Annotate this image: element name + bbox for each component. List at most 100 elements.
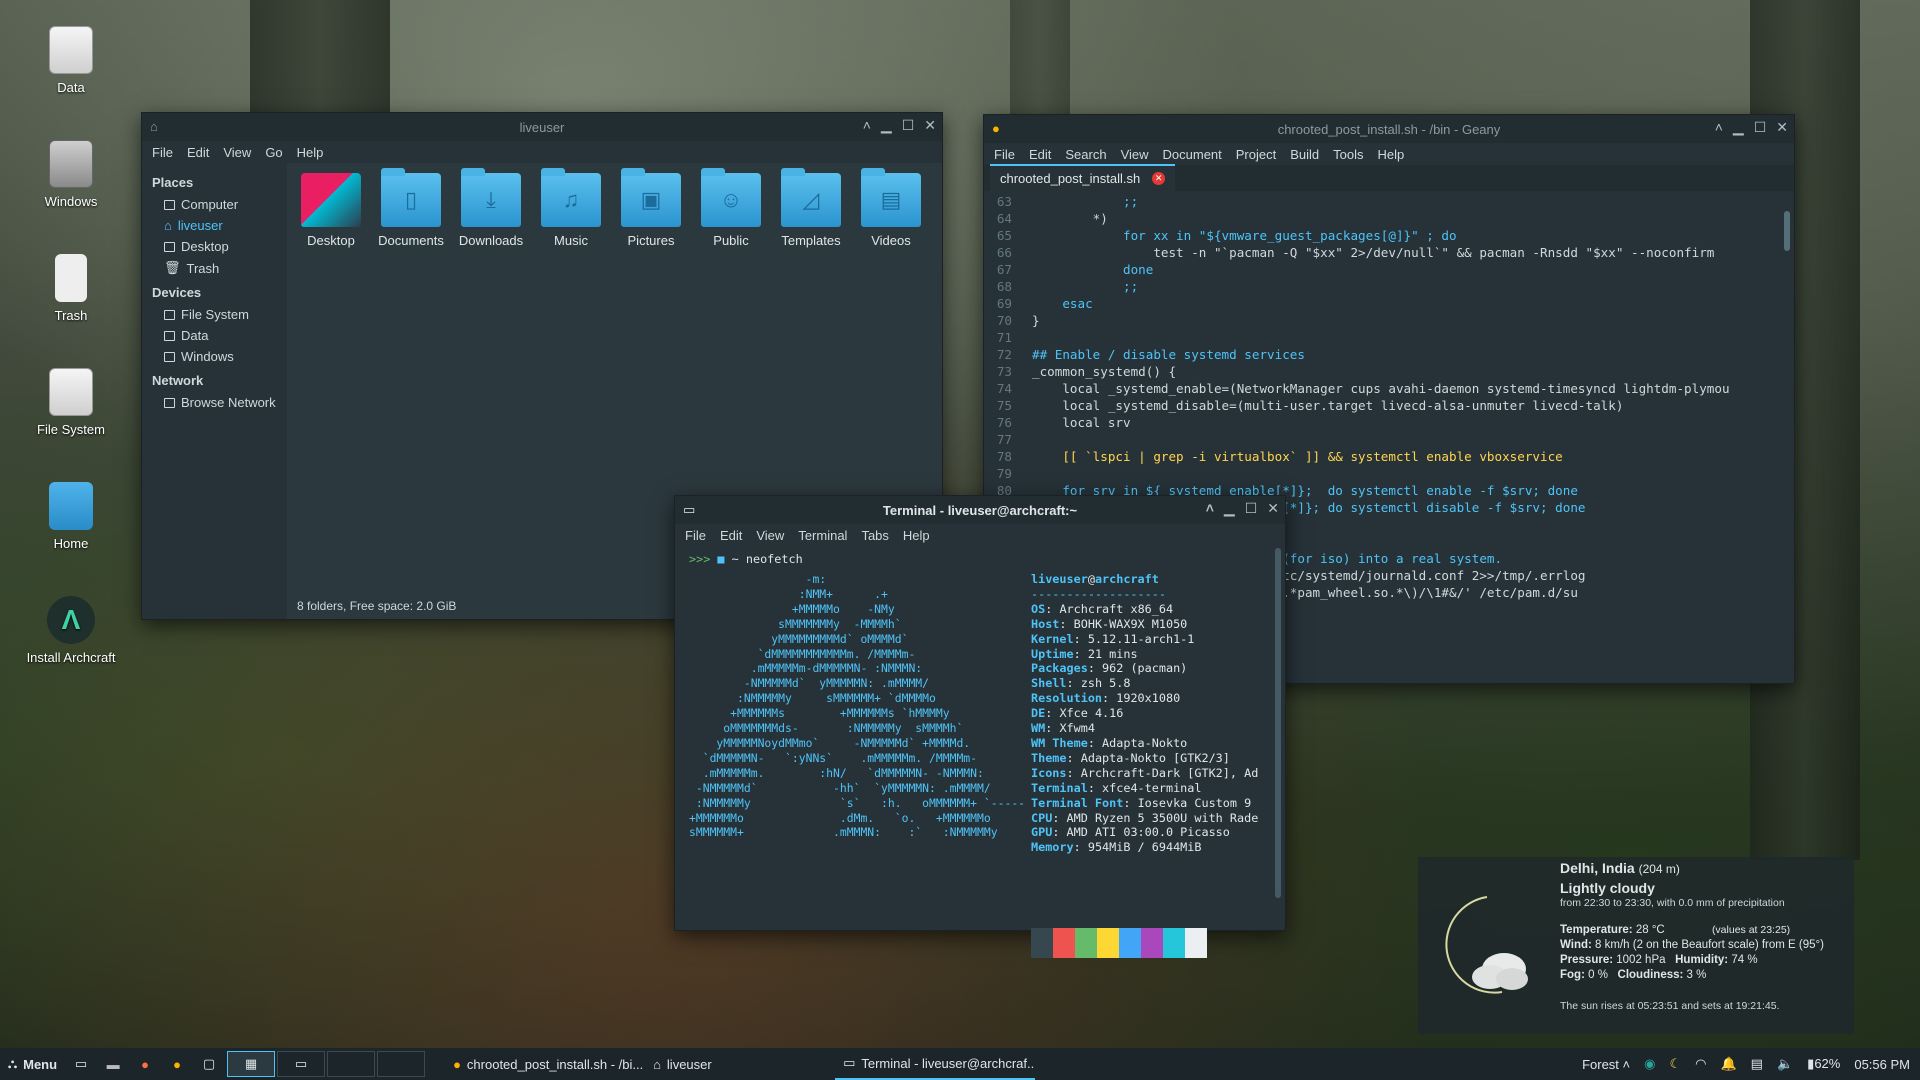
maximize-button[interactable]: ☐ bbox=[1754, 119, 1767, 136]
code-text: [[ `lspci | grep -i virtualbox` ]] && sy… bbox=[1032, 449, 1563, 464]
menu-go[interactable]: Go bbox=[265, 145, 282, 160]
shade-button[interactable]: ˄ bbox=[1206, 500, 1214, 517]
workspace-4[interactable] bbox=[377, 1051, 426, 1077]
menu-search[interactable]: Search bbox=[1065, 147, 1106, 162]
night-mode-icon[interactable]: ☾ bbox=[1669, 1056, 1681, 1072]
menu-view[interactable]: View bbox=[756, 528, 784, 543]
minimize-button[interactable]: ▁ bbox=[1224, 500, 1235, 517]
scrollbar[interactable] bbox=[1275, 548, 1281, 898]
menu-button[interactable]: ⛬ Menu bbox=[0, 1048, 65, 1080]
menu-help[interactable]: Help bbox=[297, 145, 324, 160]
task-file-manager[interactable]: ⌂ liveuser bbox=[645, 1048, 835, 1080]
menu-file[interactable]: File bbox=[994, 147, 1015, 162]
notifications-icon[interactable]: 🔔 bbox=[1720, 1056, 1736, 1072]
workspace-3[interactable] bbox=[327, 1051, 376, 1077]
forest-indicator[interactable]: Forest ˄ bbox=[1582, 1057, 1630, 1072]
menu-label: Menu bbox=[23, 1056, 58, 1072]
menu-view[interactable]: View bbox=[223, 145, 251, 160]
menubar: File Edit View Terminal Tabs Help bbox=[675, 524, 1285, 546]
desktop-icon-install-archcraft[interactable]: Λ Install Archcraft bbox=[16, 596, 126, 665]
menu-view[interactable]: View bbox=[1121, 147, 1149, 162]
menu-tools[interactable]: Tools bbox=[1333, 147, 1363, 162]
launcher-files[interactable]: ▬ bbox=[97, 1048, 129, 1080]
line-number: 69 bbox=[996, 296, 1012, 311]
sidebar-item-trash[interactable]: 🗑 Trash bbox=[152, 257, 277, 279]
launcher-terminal[interactable]: ▭ bbox=[65, 1048, 97, 1080]
task-terminal[interactable]: ▭ Terminal - liveuser@archcraf... bbox=[835, 1048, 1036, 1080]
sidebar-item-browse-network[interactable]: Browse Network bbox=[152, 392, 277, 413]
menu-edit[interactable]: Edit bbox=[720, 528, 742, 543]
titlebar[interactable]: ● chrooted_post_install.sh - /bin - Gean… bbox=[984, 115, 1794, 143]
titlebar[interactable]: ⌂ liveuser ˄ ▁ ☐ ✕ bbox=[142, 113, 942, 141]
launcher-firefox[interactable]: ● bbox=[129, 1048, 161, 1080]
sidebar-item-liveuser[interactable]: ⌂ liveuser bbox=[152, 215, 277, 236]
folder-public[interactable]: ☺ Public bbox=[697, 168, 765, 248]
close-button[interactable]: ✕ bbox=[924, 117, 936, 134]
sidebar-item-file-system[interactable]: File System bbox=[152, 304, 277, 325]
info-row: Uptime: 21 mins bbox=[1031, 646, 1138, 661]
titlebar[interactable]: ▭ Terminal - liveuser@archcraft:~ ˄ ▁ ☐ … bbox=[675, 496, 1285, 524]
task-geany[interactable]: ● chrooted_post_install.sh - /bi... bbox=[445, 1048, 645, 1080]
minimize-button[interactable]: ▁ bbox=[881, 117, 892, 134]
scrollbar[interactable] bbox=[1784, 211, 1790, 251]
wifi-icon[interactable]: ◠ bbox=[1695, 1056, 1706, 1072]
sidebar-item-windows[interactable]: Windows bbox=[152, 346, 277, 367]
close-button[interactable]: ✕ bbox=[1267, 500, 1279, 517]
close-tab-icon[interactable]: ✕ bbox=[1152, 172, 1166, 185]
home-icon: ⌂ bbox=[653, 1056, 661, 1072]
folder-documents[interactable]: ▯ Documents bbox=[377, 168, 445, 248]
menu-terminal[interactable]: Terminal bbox=[798, 528, 847, 543]
clipboard-icon[interactable]: ▤ bbox=[1751, 1056, 1763, 1072]
workspace-2[interactable]: ▭ bbox=[277, 1051, 326, 1077]
sidebar-item-computer[interactable]: Computer bbox=[152, 194, 277, 215]
folder-label: Templates bbox=[781, 233, 841, 248]
folder-templates[interactable]: ◿ Templates bbox=[777, 168, 845, 248]
workspace-1[interactable]: ▦ bbox=[227, 1051, 276, 1077]
folder-pictures[interactable]: ▣ Pictures bbox=[617, 168, 685, 248]
desktop-icon-data[interactable]: Data bbox=[16, 26, 126, 95]
weather-condition: Lightly cloudy bbox=[1560, 880, 1655, 896]
battery-indicator[interactable]: ▮62% bbox=[1807, 1056, 1840, 1072]
launcher-folder[interactable]: ▢ bbox=[193, 1048, 225, 1080]
fold-marker bbox=[1016, 193, 1032, 210]
desktop-icon-file-system[interactable]: File System bbox=[16, 368, 126, 437]
shade-button[interactable]: ˄ bbox=[863, 117, 871, 134]
folder-desktop[interactable]: Desktop bbox=[297, 173, 365, 248]
folder-videos[interactable]: ▤ Videos bbox=[857, 168, 925, 248]
sidebar-item-desktop[interactable]: Desktop bbox=[152, 236, 277, 257]
menu-document[interactable]: Document bbox=[1163, 147, 1222, 162]
info-value: Xfce 4.16 bbox=[1059, 706, 1124, 721]
desktop-icon-trash[interactable]: Trash bbox=[16, 254, 126, 323]
line-number: 68 bbox=[996, 279, 1012, 294]
minimize-button[interactable]: ▁ bbox=[1733, 119, 1744, 136]
maximize-button[interactable]: ☐ bbox=[1245, 500, 1258, 517]
desktop-icon-home[interactable]: Home bbox=[16, 482, 126, 551]
menu-tabs[interactable]: Tabs bbox=[861, 528, 888, 543]
menu-edit[interactable]: Edit bbox=[1029, 147, 1051, 162]
desktop-icon-label: Home bbox=[53, 536, 89, 551]
menu-project[interactable]: Project bbox=[1236, 147, 1276, 162]
folder-downloads[interactable]: ⤓ Downloads bbox=[457, 168, 525, 248]
menu-help[interactable]: Help bbox=[903, 528, 930, 543]
update-icon[interactable]: ◉ bbox=[1644, 1056, 1655, 1072]
prompt-path: ~ bbox=[731, 552, 739, 566]
drive-icon bbox=[49, 368, 93, 416]
desktop-icon-windows[interactable]: Windows bbox=[16, 140, 126, 209]
terminal-output[interactable]: >>> ■ ~ neofetch -m: :NMM+ .+ +MMMMMo -N… bbox=[675, 548, 1285, 958]
clock[interactable]: 05:56 PM bbox=[1854, 1057, 1910, 1072]
launcher-geany[interactable]: ● bbox=[161, 1048, 193, 1080]
info-row: OS: Archcraft x86_64 bbox=[1031, 601, 1174, 616]
shade-button[interactable]: ˄ bbox=[1715, 119, 1723, 136]
tab-document[interactable]: chrooted_post_install.sh ✕ bbox=[990, 164, 1176, 191]
maximize-button[interactable]: ☐ bbox=[902, 117, 915, 134]
volume-icon[interactable]: 🔈 bbox=[1777, 1056, 1793, 1072]
sidebar-item-data[interactable]: Data bbox=[152, 325, 277, 346]
menu-build[interactable]: Build bbox=[1290, 147, 1319, 162]
menu-help[interactable]: Help bbox=[1378, 147, 1405, 162]
menu-file[interactable]: File bbox=[685, 528, 706, 543]
task-label: Terminal - liveuser@archcraf... bbox=[861, 1055, 1036, 1071]
menu-file[interactable]: File bbox=[152, 145, 173, 160]
folder-music[interactable]: ♫ Music bbox=[537, 168, 605, 248]
menu-edit[interactable]: Edit bbox=[187, 145, 209, 160]
close-button[interactable]: ✕ bbox=[1776, 119, 1788, 136]
